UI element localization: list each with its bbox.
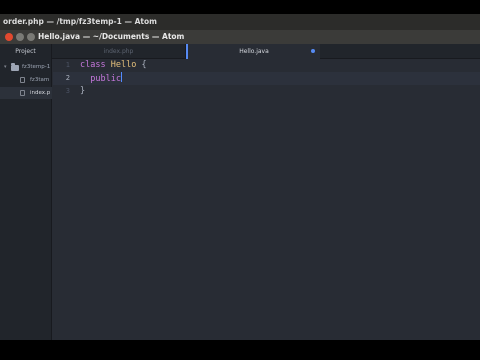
class-name-token: Hello [110,60,137,70]
tree-folder-root[interactable]: ▾ fz3temp-1 [0,61,52,73]
tab-project-label: Project [15,48,36,55]
modified-dot-icon[interactable] [311,49,315,53]
code-editor[interactable]: 1 2 3 class Hello { public } [53,59,480,340]
os-title-text: order.php — /tmp/fz3temp-1 — Atom [3,17,157,26]
tree-item-file[interactable]: fz3tam [0,74,52,86]
minimize-window-button[interactable] [16,33,24,41]
brace-token: } [80,86,86,96]
tree-item-file-selected[interactable]: index.p [0,87,52,99]
window-title: Hello.java — ~/Documents — Atom [38,32,185,41]
tab-bar: Project index.php Hello.java [0,44,480,59]
window-title-bar[interactable]: Hello.java — ~/Documents — Atom [0,30,480,44]
text-cursor [120,72,122,82]
letterbox-bottom [0,340,480,360]
folder-icon [11,63,19,71]
code-line-3[interactable]: } [80,85,85,98]
project-tree: ▾ fz3temp-1 fz3tam index.p [0,59,52,340]
keyword-token: class [80,60,106,70]
line-number: 1 [65,61,70,69]
brace-token: { [141,60,147,70]
maximize-window-button[interactable] [27,33,35,41]
file-icon [20,90,25,96]
line-number: 3 [65,87,70,95]
code-line-2[interactable]: public [80,72,122,85]
file-icon [20,77,25,83]
chevron-down-icon[interactable]: ▾ [4,61,7,73]
tree-folder-label: fz3temp-1 [22,64,51,70]
line-number-gutter: 1 2 3 [53,59,73,340]
tab-hello-java[interactable]: Hello.java [186,44,320,59]
tree-item-label: fz3tam [30,77,50,83]
tree-item-label: index.p [30,90,51,96]
tab-project[interactable]: Project [0,44,52,59]
os-title-bar: order.php — /tmp/fz3temp-1 — Atom [0,14,480,30]
close-window-button[interactable] [5,33,13,41]
tab-index-label: index.php [103,48,134,55]
atom-app: Project index.php Hello.java ▾ fz3temp-1… [0,44,480,340]
line-number-active: 2 [65,74,70,82]
code-line-1[interactable]: class Hello { [80,59,147,72]
tab-index-php[interactable]: index.php [52,44,186,59]
keyword-token: public [90,74,121,84]
tab-hello-label: Hello.java [239,48,269,55]
